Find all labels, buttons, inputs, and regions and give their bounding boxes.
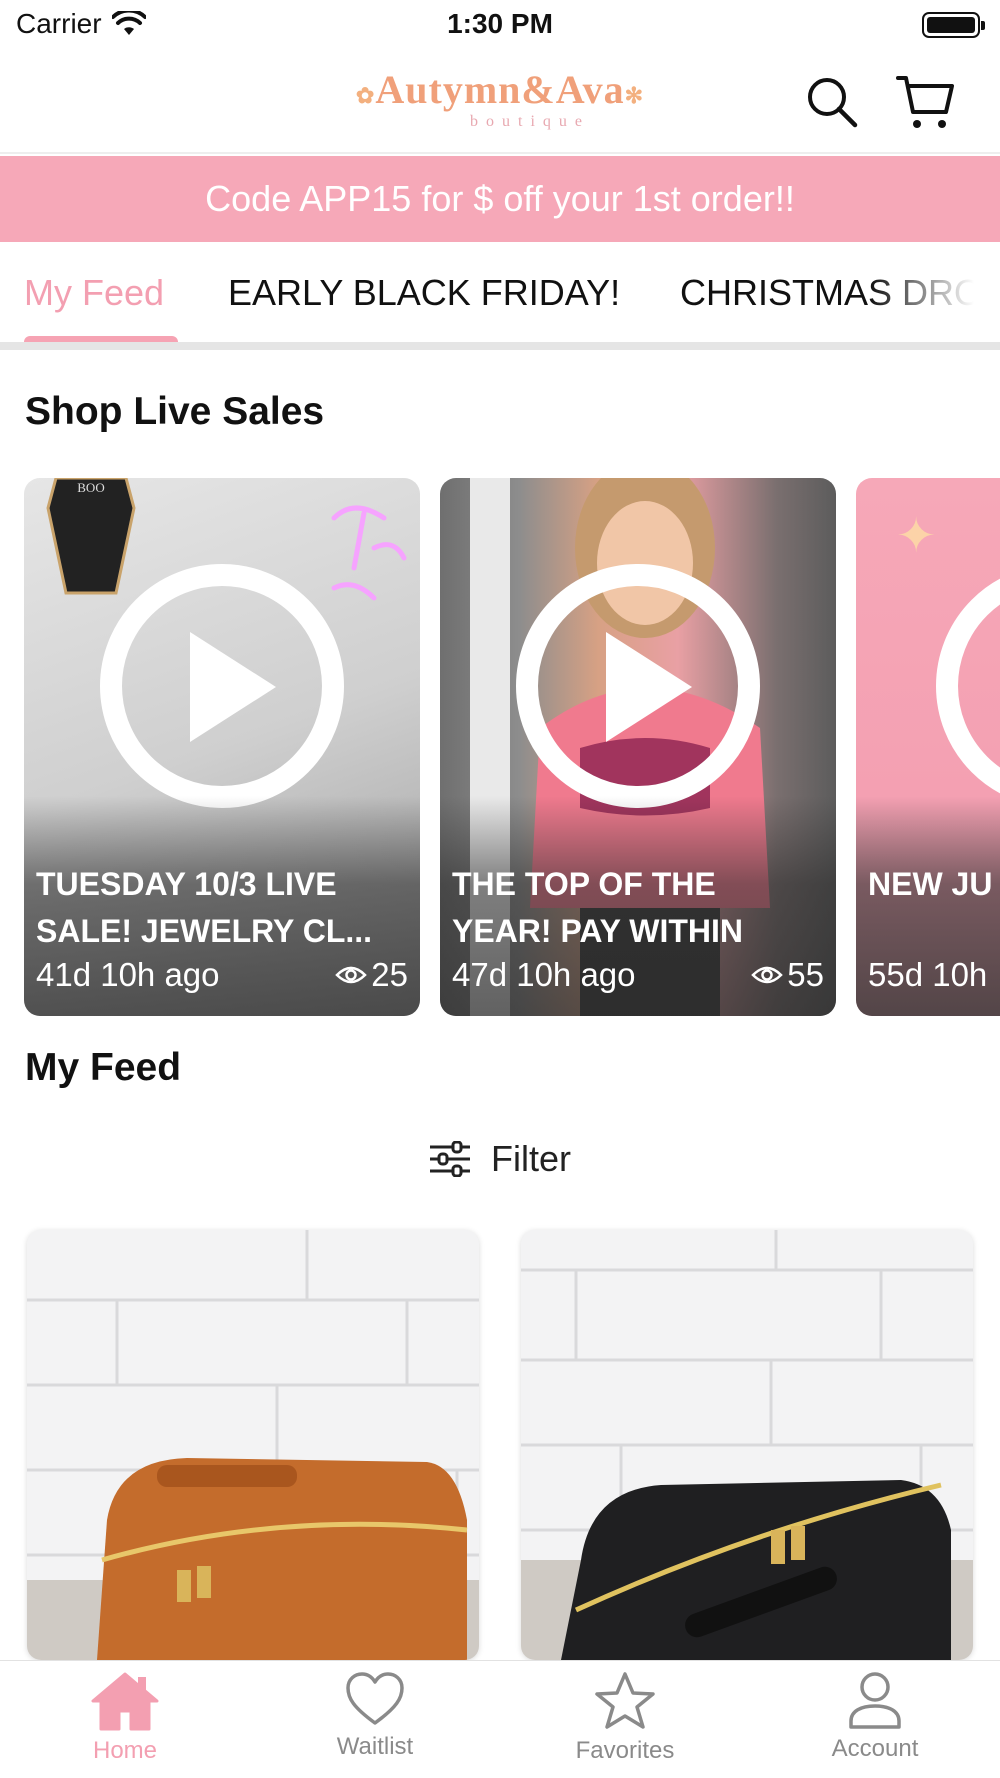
eye-icon: [335, 966, 368, 984]
nav-favorites[interactable]: Favorites: [500, 1671, 750, 1765]
nav-favorites-label: Favorites: [575, 1737, 675, 1764]
live-sale-time: 47d 10h ago: [452, 956, 636, 993]
category-tabs: My Feed EARLY BLACK FRIDAY! CHRISTMAS DR…: [0, 242, 1000, 350]
filter-label: Filter: [491, 1138, 571, 1179]
product-card[interactable]: [521, 1230, 973, 1660]
view-count: 25: [335, 956, 408, 994]
app-header: ✿Autymn&Ava✻ boutique: [0, 50, 1000, 154]
live-sales-title: Shop Live Sales: [25, 390, 325, 433]
nav-home[interactable]: Home: [0, 1671, 250, 1765]
live-sales-carousel[interactable]: BOO TUESDAY 10/3 LIVE SALE! JEWELRY CL..…: [24, 478, 1000, 1018]
bottom-tab-bar: Home Waitlist Favorites Account: [0, 1660, 1000, 1778]
active-tab-indicator: [24, 336, 178, 342]
svg-text:BOO: BOO: [77, 480, 104, 495]
promo-banner[interactable]: Code APP15 for $ off your 1st order!!: [0, 156, 1000, 242]
sliders-icon: [430, 1141, 470, 1177]
play-button[interactable]: [516, 564, 760, 808]
eye-icon: [751, 966, 784, 984]
nav-home-label: Home: [92, 1737, 158, 1764]
battery-icon: [922, 12, 985, 38]
cart-button[interactable]: [892, 68, 960, 136]
my-feed-title: My Feed: [25, 1046, 182, 1089]
sparkle-icon: ✦: [896, 510, 937, 563]
flower-icon: ✻: [624, 83, 645, 108]
nav-account-label: Account: [831, 1735, 919, 1762]
play-icon: [606, 632, 692, 742]
view-count-value: 25: [371, 956, 408, 993]
product-image-black-bag: [521, 1230, 973, 1660]
nav-account[interactable]: Account: [750, 1671, 1000, 1763]
product-image-cognac-bag: [27, 1230, 479, 1660]
star-icon: [595, 1672, 655, 1729]
heart-icon: [346, 1672, 404, 1725]
neon-sign-image: [331, 505, 407, 601]
home-icon: [91, 1672, 159, 1731]
product-card[interactable]: [27, 1230, 479, 1660]
nav-waitlist[interactable]: Waitlist: [250, 1671, 500, 1761]
nav-waitlist-label: Waitlist: [336, 1733, 414, 1760]
play-icon: [190, 632, 276, 742]
coffin-sign-image: BOO: [46, 478, 136, 595]
live-sale-title: NEW JU NEW AN: [868, 866, 1000, 902]
tab-my-feed[interactable]: My Feed: [24, 272, 164, 314]
status-time: 1:30 PM: [447, 8, 553, 39]
live-sale-title: THE TOP OF THE YEAR! Pay within an...: [452, 866, 743, 949]
live-sale-time: 41d 10h ago: [36, 956, 220, 993]
live-sale-time: 55d 10h: [868, 956, 988, 993]
search-button[interactable]: [798, 68, 866, 136]
view-count-value: 55: [787, 956, 824, 993]
filter-button[interactable]: Filter: [0, 1138, 1000, 1180]
promo-text: Code APP15 for $ off your 1st order!!: [205, 178, 795, 219]
search-icon: [808, 78, 858, 128]
live-sale-card[interactable]: ✦ NEW JU NEW AN 55d 10h: [856, 478, 1000, 1016]
play-button[interactable]: [100, 564, 344, 808]
cart-icon: [896, 76, 954, 128]
person-icon: [849, 1672, 901, 1729]
view-count: 55: [751, 956, 824, 994]
status-bar: Carrier 1:30 PM: [0, 0, 1000, 50]
live-sale-card[interactable]: BOO TUESDAY 10/3 LIVE SALE! JEWELRY CL..…: [24, 478, 420, 1016]
logo-text: Autymn&Ava: [375, 67, 625, 112]
live-sale-title: TUESDAY 10/3 LIVE SALE! JEWELRY CL...: [36, 866, 373, 949]
flower-icon: ✿: [355, 83, 376, 108]
play-button[interactable]: [936, 564, 1000, 808]
live-sale-card[interactable]: THE TOP OF THE YEAR! Pay within an... 47…: [440, 478, 836, 1016]
tab-early-black-friday[interactable]: EARLY BLACK FRIDAY!: [228, 272, 620, 314]
